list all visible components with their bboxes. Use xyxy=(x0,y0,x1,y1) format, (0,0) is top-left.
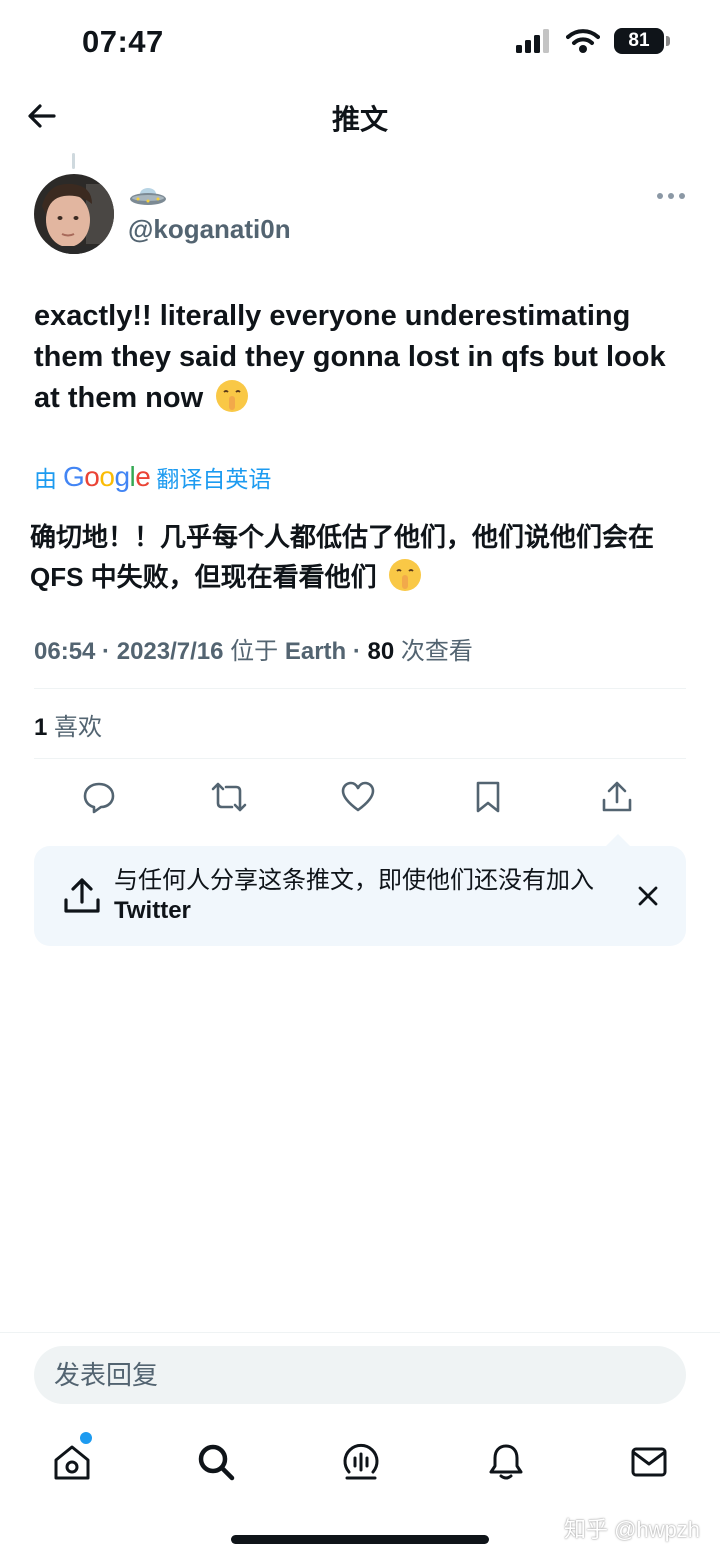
battery-indicator: 81 xyxy=(614,28,670,54)
wifi-icon xyxy=(566,29,600,53)
ufo-emoji-icon[interactable] xyxy=(128,184,168,208)
tab-messages[interactable] xyxy=(621,1434,677,1490)
home-indicator xyxy=(231,1535,489,1544)
translation-prefix: 由 xyxy=(34,466,57,492)
reply-input[interactable] xyxy=(34,1346,686,1404)
mail-icon xyxy=(631,1447,667,1477)
tab-notifications[interactable] xyxy=(478,1434,534,1490)
reply-icon xyxy=(83,782,115,814)
watermark: 知乎 @hwpzh xyxy=(564,1517,701,1542)
translated-text: 确切地！！几乎每个人都低估了他们，他们说他们会在 QFS 中失败，但现在看看他们 xyxy=(30,517,690,597)
home-notification-dot xyxy=(80,1432,92,1444)
top-bar: 推文 xyxy=(0,84,720,148)
page-title: 推文 xyxy=(331,104,388,135)
avatar[interactable] xyxy=(34,174,114,254)
google-logo: Google xyxy=(63,461,151,492)
translation-attribution[interactable]: 由 Google 翻译自英语 xyxy=(34,460,271,494)
share-promo-banner[interactable]: 与任何人分享这条推文，即使他们还没有加入 Twitter xyxy=(34,834,686,946)
home-icon xyxy=(54,1445,90,1480)
more-options-icon[interactable] xyxy=(654,184,688,208)
likes-count-row[interactable]: 1 喜欢 xyxy=(34,707,102,742)
action-bar xyxy=(34,772,686,822)
status-icons: 81 xyxy=(516,28,670,54)
tab-search[interactable] xyxy=(188,1434,244,1490)
status-bar: 07:47 81 xyxy=(0,0,720,84)
translated-text-content: 确切地！！几乎每个人都低估了他们，他们说他们会在 QFS 中失败，但现在看看他们 xyxy=(30,522,655,592)
likes-count: 1 xyxy=(34,714,48,741)
tweet-date[interactable]: 2023/7/16 xyxy=(117,638,224,665)
share-icon xyxy=(602,781,632,812)
share-promo-brand: Twitter xyxy=(114,897,191,924)
location-prefix: 位于 xyxy=(230,638,279,665)
share-promo-message: 与任何人分享这条推文，即使他们还没有加入 xyxy=(114,867,594,894)
tweet-time[interactable]: 06:54 xyxy=(34,638,95,665)
bookmark-button[interactable] xyxy=(463,772,513,822)
tab-spaces[interactable] xyxy=(333,1434,389,1490)
share-button[interactable] xyxy=(592,772,642,822)
shushing-face-icon xyxy=(216,380,249,412)
like-button[interactable] xyxy=(333,772,383,822)
translation-suffix: 翻译自英语 xyxy=(156,466,272,492)
spaces-icon xyxy=(343,1443,379,1480)
bookmark-icon xyxy=(476,781,500,813)
divider xyxy=(34,688,686,689)
divider xyxy=(34,758,686,759)
share-promo-text: 与任何人分享这条推文，即使他们还没有加入 Twitter xyxy=(114,866,614,926)
tweet-text-content: exactly!! literally everyone underestima… xyxy=(34,300,666,414)
bell-icon xyxy=(489,1444,523,1480)
reply-button[interactable] xyxy=(74,772,124,822)
bottom-tab-bar xyxy=(0,1434,720,1490)
retweet-icon xyxy=(211,782,247,812)
tweet-text: exactly!! literally everyone underestima… xyxy=(34,296,684,419)
shushing-face-icon xyxy=(388,559,421,591)
thread-connector xyxy=(72,153,75,169)
retweet-button[interactable] xyxy=(204,772,254,822)
tweet-meta: 06:54 · 2023/7/16 位于 Earth · 80 次查看 xyxy=(34,638,473,665)
status-time: 07:47 xyxy=(82,24,164,59)
view-label: 次查看 xyxy=(400,638,473,665)
author-handle[interactable]: @koganati0n xyxy=(128,214,291,245)
tweet-location: Earth xyxy=(284,638,347,665)
heart-icon xyxy=(341,781,375,812)
likes-label: 喜欢 xyxy=(54,714,103,741)
view-count: 80 xyxy=(367,638,395,665)
tab-home[interactable] xyxy=(44,1434,100,1490)
share-icon xyxy=(64,878,100,913)
close-icon[interactable] xyxy=(634,882,662,910)
divider xyxy=(0,1332,720,1333)
search-icon xyxy=(198,1444,235,1481)
cellular-signal-icon xyxy=(516,29,549,53)
battery-level: 81 xyxy=(628,30,650,51)
